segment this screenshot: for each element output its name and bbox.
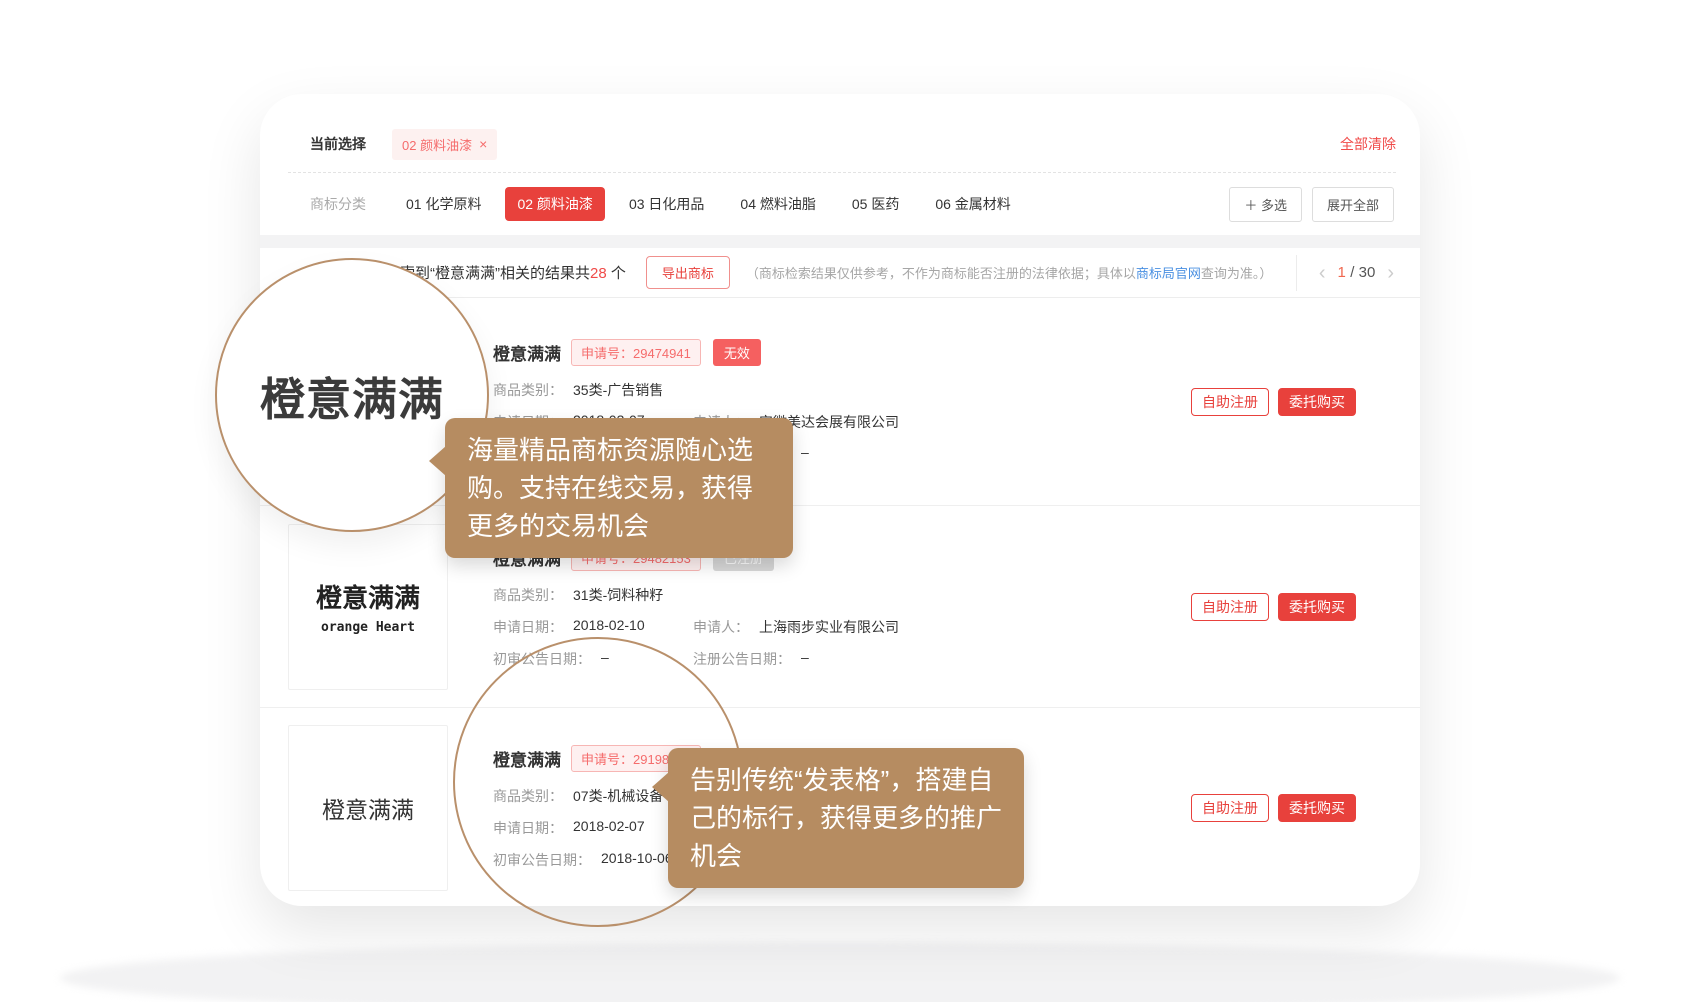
category-tab-02-selected[interactable]: 02 颜料油漆: [505, 187, 604, 221]
tooltip-marketplace: 海量精品商标资源随心选购。支持在线交易，获得更多的交易机会: [445, 418, 793, 558]
application-number-tag: 申请号：29474941: [571, 339, 701, 366]
category-tab-01[interactable]: 01 化学原料: [394, 187, 493, 221]
chevron-right-icon[interactable]: ›: [1387, 263, 1394, 283]
application-number-label: 申请号：: [581, 346, 633, 361]
category-tab-05[interactable]: 05 医药: [840, 187, 911, 221]
registration-publication-value: –: [801, 444, 809, 464]
category-field-value: 31类-饲料种籽: [573, 585, 663, 605]
tooltip-arrow-icon: [429, 446, 446, 476]
magnified-trademark-text: 橙意满满: [260, 363, 444, 428]
status-badge: 无效: [713, 339, 761, 366]
trademark-image-subtext: orange Heart: [321, 620, 415, 635]
total-pages: / 30: [1350, 264, 1375, 281]
applicant-value: 上海雨步实业有限公司: [759, 617, 899, 637]
self-register-button[interactable]: 自助注册: [1191, 593, 1269, 621]
apply-date-value: 2018-02-10: [573, 617, 645, 637]
category-field-label: 商品类别：: [493, 380, 563, 400]
expand-all-button[interactable]: 展开全部: [1312, 187, 1394, 222]
trademark-image: 橙意满满 orange Heart: [288, 524, 448, 690]
applicant-label: 申请人：: [693, 617, 749, 637]
export-trademarks-button[interactable]: 导出商标: [646, 256, 730, 289]
entrust-purchase-button[interactable]: 委托购买: [1278, 388, 1356, 416]
apply-date-label: 申请日期：: [493, 617, 563, 637]
disclaimer-prefix: （商标检索结果仅供参考，不作为商标能否注册的法律依据；具体以: [746, 266, 1136, 281]
category-bar-label: 商标分类: [310, 194, 366, 214]
multi-select-button[interactable]: ＋ 多选: [1229, 187, 1302, 222]
category-field-label: 商品类别：: [493, 585, 563, 605]
trademark-image-text: 橙意满满: [322, 791, 414, 825]
category-tabs: 01 化学原料 02 颜料油漆 03 日化用品 04 燃料油脂 05 医药 06…: [394, 187, 1023, 221]
page-indicator: 1 / 30: [1338, 264, 1376, 282]
selected-filter-chip[interactable]: 02 颜料油漆 ×: [392, 129, 497, 160]
category-field-value: 35类-广告销售: [573, 380, 663, 400]
registration-publication-label: 注册公告日期：: [693, 649, 791, 669]
entrust-purchase-button[interactable]: 委托购买: [1278, 794, 1356, 822]
self-register-button[interactable]: 自助注册: [1191, 388, 1269, 416]
entrust-purchase-button[interactable]: 委托购买: [1278, 593, 1356, 621]
clear-all-link[interactable]: 全部清除: [1340, 134, 1396, 154]
self-register-button[interactable]: 自助注册: [1191, 794, 1269, 822]
tooltip-promotion: 告别传统“发表格”，搭建自己的标行，获得更多的推广机会: [668, 748, 1024, 888]
results-count: 28: [590, 265, 607, 282]
disclaimer-suffix: 查询为准。）: [1201, 266, 1273, 281]
trademark-image-text: 橙意满满: [316, 578, 420, 615]
registration-publication-value: –: [801, 649, 809, 669]
pagination: ‹ 1 / 30 ›: [1296, 255, 1394, 291]
remove-icon[interactable]: ×: [479, 137, 487, 151]
current-page: 1: [1338, 264, 1346, 281]
tooltip-arrow-icon: [652, 772, 669, 802]
category-bar: 商标分类 01 化学原料 02 颜料油漆 03 日化用品 04 燃料油脂 05 …: [260, 173, 1420, 235]
page: 当前选择 02 颜料油漆 × 全部清除 商标分类 01 化学原料 02 颜料油漆…: [0, 0, 1696, 1002]
current-selection-bar: 当前选择 02 颜料油漆 × 全部清除: [260, 116, 1420, 172]
trademark-image: 橙意满满: [288, 725, 448, 891]
category-tab-04[interactable]: 04 燃料油脂: [728, 187, 827, 221]
selected-filter-chip-label: 02 颜料油漆: [402, 135, 472, 154]
tooltip-marketplace-text: 海量精品商标资源随心选购。支持在线交易，获得更多的交易机会: [467, 435, 753, 541]
category-tab-03[interactable]: 03 日化用品: [617, 187, 716, 221]
trademark-name: 橙意满满: [493, 340, 561, 365]
base-shadow: [60, 942, 1620, 1002]
results-summary-suffix: 个: [607, 265, 626, 282]
disclaimer-text: （商标检索结果仅供参考，不作为商标能否注册的法律依据；具体以商标局官网查询为准。…: [746, 263, 1273, 282]
section-gap: [260, 235, 1420, 248]
category-tab-06[interactable]: 06 金属材料: [923, 187, 1022, 221]
chevron-left-icon[interactable]: ‹: [1319, 263, 1326, 283]
trademark-office-link[interactable]: 商标局官网: [1136, 266, 1201, 281]
application-number-value: 29474941: [633, 346, 691, 361]
tooltip-promotion-text: 告别传统“发表格”，搭建自己的标行，获得更多的推广机会: [690, 765, 1002, 871]
table-row: 橙意满满 orange Heart 橙意满满 申请号：29482153 已注册 …: [260, 506, 1420, 708]
current-selection-label: 当前选择: [310, 134, 366, 154]
